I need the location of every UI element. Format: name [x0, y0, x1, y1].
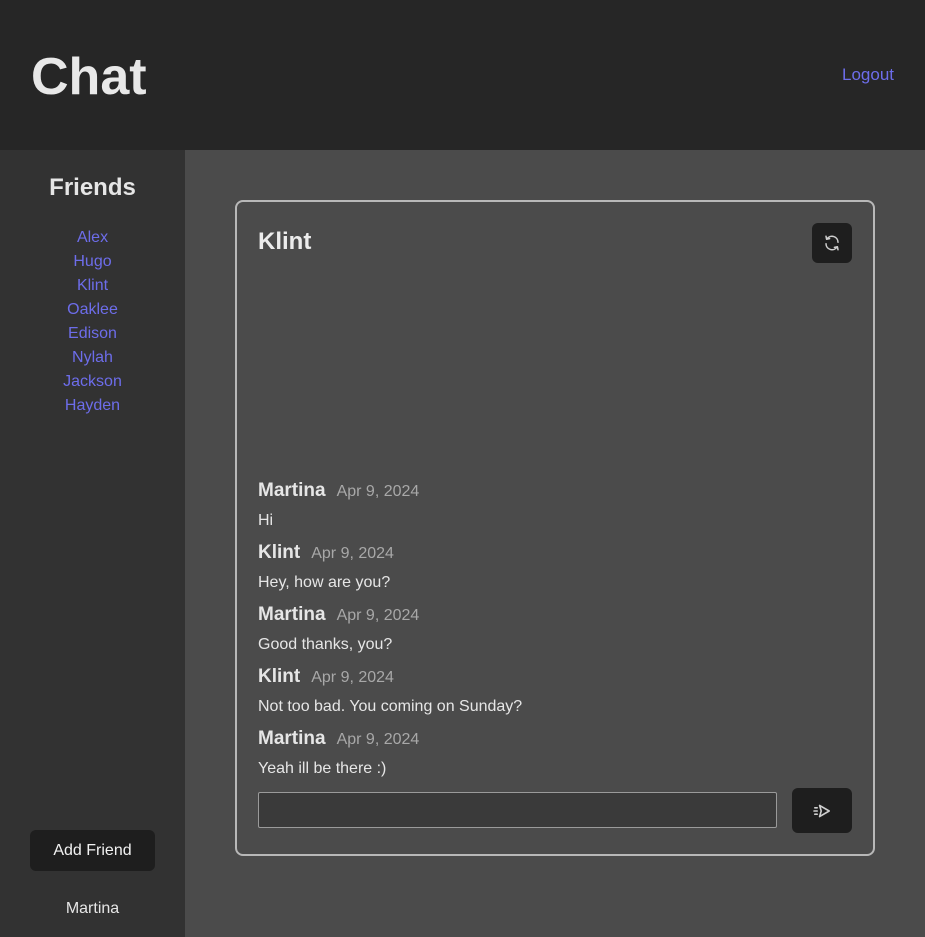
message-author: Martina [258, 728, 326, 749]
friends-heading: Friends [49, 174, 136, 201]
friends-sidebar: Friends Alex Hugo Klint Oaklee Edison Ny… [0, 150, 185, 937]
message-text: Hey, how are you? [258, 574, 391, 591]
friends-list: Alex Hugo Klint Oaklee Edison Nylah Jack… [0, 226, 185, 418]
chat-panel: Klint Martina Apr 9, 2024 Hi Klint Apr 9… [235, 200, 875, 856]
message-date: Apr 9, 2024 [336, 607, 420, 624]
message-text: Hi [258, 512, 274, 529]
friend-item-klint[interactable]: Klint [0, 274, 185, 298]
message-item: Klint Apr 9, 2024 Hey, how are you? [258, 542, 848, 604]
message-text: Yeah ill be there :) [258, 760, 387, 777]
message-input[interactable] [258, 792, 777, 828]
friend-item-hayden[interactable]: Hayden [0, 394, 185, 418]
send-button[interactable] [792, 788, 852, 833]
friend-item-jackson[interactable]: Jackson [0, 370, 185, 394]
friend-item-alex[interactable]: Alex [0, 226, 185, 250]
message-item: Martina Apr 9, 2024 Good thanks, you? [258, 604, 848, 666]
app-header: Chat Logout [0, 0, 925, 150]
friend-item-hugo[interactable]: Hugo [0, 250, 185, 274]
message-date: Apr 9, 2024 [336, 483, 420, 500]
logout-link[interactable]: Logout [842, 65, 894, 85]
message-author: Klint [258, 666, 301, 687]
add-friend-button[interactable]: Add Friend [30, 830, 155, 871]
message-author: Martina [258, 604, 326, 625]
message-item: Martina Apr 9, 2024 Hi [258, 480, 848, 542]
message-list: Martina Apr 9, 2024 Hi Klint Apr 9, 2024… [258, 480, 848, 790]
app-title: Chat [31, 48, 147, 106]
message-date: Apr 9, 2024 [311, 545, 394, 562]
message-date: Apr 9, 2024 [336, 731, 420, 748]
message-text: Not too bad. You coming on Sunday? [258, 698, 523, 715]
chat-title: Klint [258, 228, 312, 255]
refresh-button[interactable] [812, 223, 852, 263]
friend-item-oaklee[interactable]: Oaklee [0, 298, 185, 322]
message-date: Apr 9, 2024 [311, 669, 394, 686]
friend-item-edison[interactable]: Edison [0, 322, 185, 346]
message-author: Martina [258, 480, 326, 501]
message-item: Klint Apr 9, 2024 Not too bad. You comin… [258, 666, 848, 728]
friend-item-nylah[interactable]: Nylah [0, 346, 185, 370]
message-author: Klint [258, 542, 301, 563]
send-icon [813, 804, 830, 817]
message-text: Good thanks, you? [258, 636, 393, 653]
current-user-name: Martina [65, 900, 120, 917]
refresh-icon [825, 235, 839, 251]
message-item: Martina Apr 9, 2024 Yeah ill be there :) [258, 728, 848, 790]
